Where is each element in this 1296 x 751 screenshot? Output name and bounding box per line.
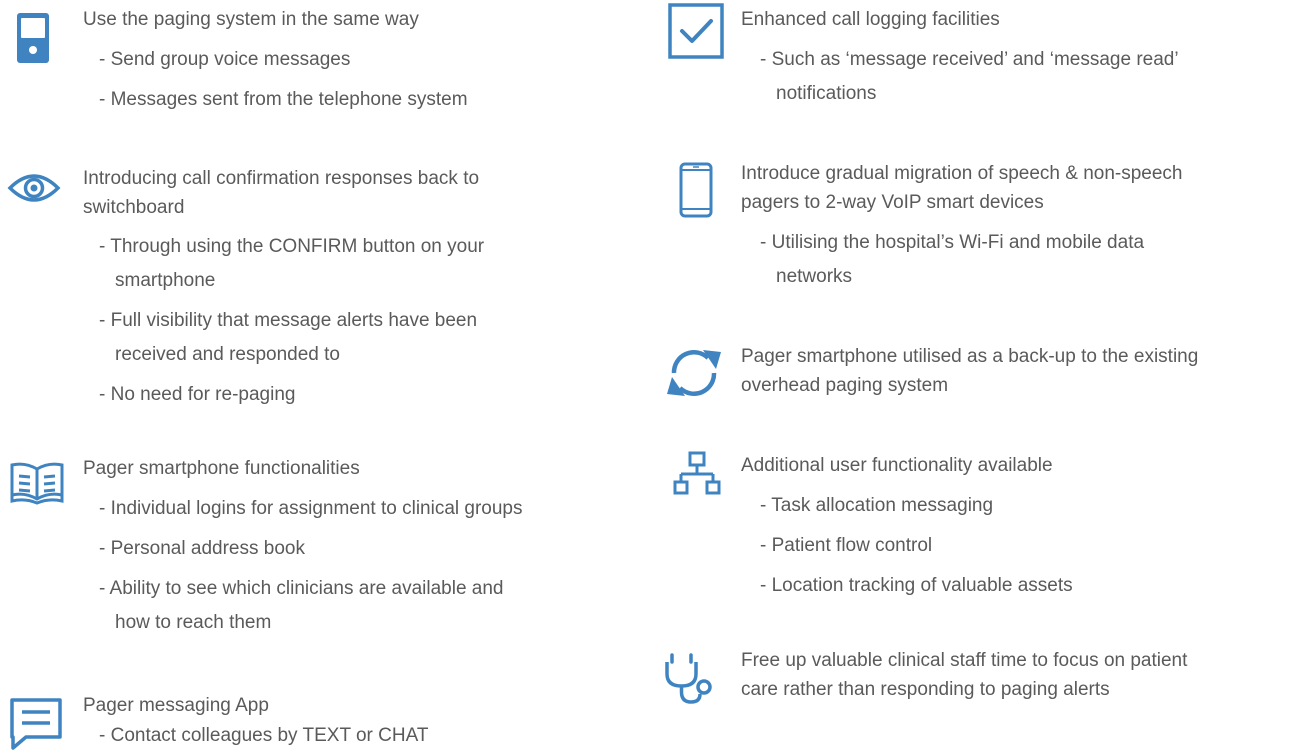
right-b2-item-line2: networks <box>776 266 853 287</box>
left-b3-item-3-line2: how to reach them <box>115 612 272 633</box>
left-b4-item-1: - Contact colleagues by TEXT or CHAT <box>99 725 429 746</box>
left-b4-heading: Pager messaging App <box>83 695 269 716</box>
right-b1-heading: Enhanced call logging facilities <box>741 9 1000 30</box>
left-b1-heading: Use the paging system in the same way <box>83 9 419 30</box>
left-b2-item-2-line2: received and responded to <box>115 344 340 365</box>
pager-icon <box>16 12 50 64</box>
stethoscope-icon <box>664 652 716 706</box>
right-b4-item-3: - Location tracking of valuable assets <box>760 575 1073 596</box>
left-b2-heading-line1: Introducing call confirmation responses … <box>83 168 480 189</box>
smartphone-icon <box>679 162 713 218</box>
left-b1-item-2: - Messages sent from the telephone syste… <box>99 89 468 110</box>
right-b4-heading: Additional user functionality available <box>741 455 1053 476</box>
right-b4-item-2: - Patient flow control <box>760 535 933 556</box>
left-b2-heading-line2: switchboard <box>83 197 185 218</box>
left-b2-item-1-line1: - Through using the CONFIRM button on yo… <box>99 236 485 257</box>
book-icon <box>9 460 65 505</box>
right-b3-heading-line2: overhead paging system <box>741 375 949 396</box>
left-b3-item-3-line1: - Ability to see which clinicians are av… <box>99 578 504 599</box>
left-b2-item-1-line2: smartphone <box>115 270 216 291</box>
right-b2-item-line1: - Utilising the hospital’s Wi-Fi and mob… <box>760 232 1145 253</box>
left-b1-item-1: - Send group voice messages <box>99 49 351 70</box>
left-b2-item-2-line1: - Full visibility that message alerts ha… <box>99 310 478 331</box>
eye-icon <box>7 170 61 206</box>
network-icon <box>673 451 721 497</box>
right-b2-heading-line1: Introduce gradual migration of speech & … <box>741 163 1183 184</box>
right-b4-item-1: - Task allocation messaging <box>760 495 994 516</box>
chat-icon <box>9 697 63 750</box>
checkbox-icon <box>668 3 724 59</box>
right-b1-item-line2: notifications <box>776 83 877 104</box>
right-b5-heading-line2: care rather than responding to paging al… <box>741 679 1110 700</box>
left-b2-item-3: - No need for re-paging <box>99 384 296 405</box>
right-b1-item-line1: - Such as ‘message received’ and ‘messag… <box>760 49 1179 70</box>
left-b3-item-2: - Personal address book <box>99 538 305 559</box>
left-b3-item-1: - Individual logins for assignment to cl… <box>99 498 523 519</box>
right-b3-heading-line1: Pager smartphone utilised as a back-up t… <box>741 346 1199 367</box>
right-b5-heading-line1: Free up valuable clinical staff time to … <box>741 650 1188 671</box>
left-b3-heading: Pager smartphone functionalities <box>83 458 360 479</box>
sync-icon <box>665 344 723 402</box>
right-b2-heading-line2: pagers to 2-way VoIP smart devices <box>741 192 1044 213</box>
